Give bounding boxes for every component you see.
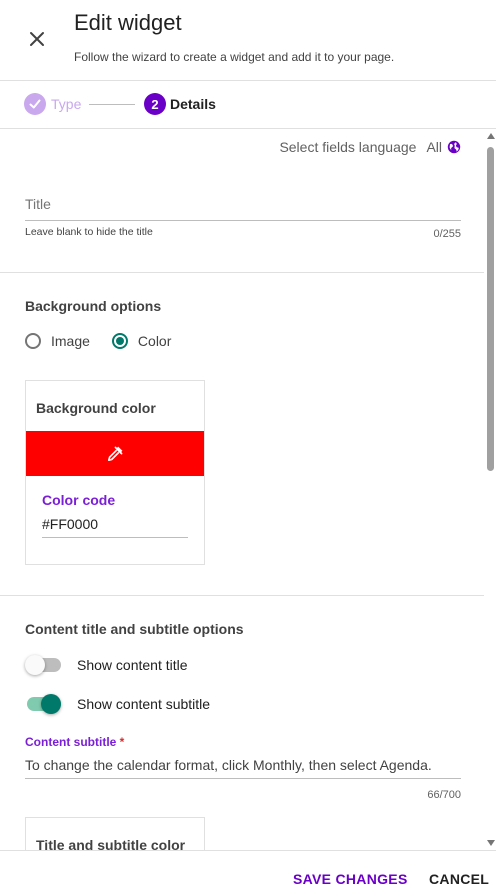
scrollbar[interactable] (484, 130, 496, 850)
language-label: Select fields language (279, 139, 417, 155)
dialog-footer: SAVE CHANGES CANCEL (0, 850, 496, 895)
save-changes-button[interactable]: SAVE CHANGES (293, 871, 408, 887)
content-subtitle-input[interactable]: To change the calendar format, click Mon… (25, 757, 461, 779)
color-code-input[interactable]: #FF0000 (42, 516, 188, 538)
dialog-title: Edit widget (74, 10, 182, 35)
required-mark: * (119, 735, 125, 749)
scroll-thumb[interactable] (487, 147, 494, 471)
show-content-subtitle-toggle[interactable] (25, 694, 61, 714)
title-field[interactable]: Title Leave blank to hide the title 0/25… (25, 196, 461, 240)
background-type-radio-group: Image Color (25, 333, 171, 349)
show-content-title-toggle[interactable] (25, 655, 61, 675)
background-color-title: Background color (36, 400, 156, 416)
background-color-card: Background color Color code #FF0000 (25, 380, 205, 565)
dialog-header: Edit widget Follow the wizard to create … (0, 0, 496, 81)
title-subtitle-color-card: Title and subtitle color (25, 817, 205, 850)
title-help-text: Leave blank to hide the title (25, 226, 153, 238)
content-subtitle-label: Content subtitle * (25, 735, 125, 749)
show-content-subtitle-label: Show content subtitle (77, 696, 211, 712)
radio-color-label[interactable]: Color (138, 333, 171, 349)
step-details-label: Details (170, 96, 216, 112)
eyedropper-icon (107, 446, 123, 461)
dialog-subtitle: Follow the wizard to create a widget and… (74, 50, 395, 64)
close-button[interactable] (22, 24, 52, 54)
content-subtitle-counter: 66/700 (427, 789, 461, 801)
radio-color[interactable] (111, 333, 128, 349)
step-connector (89, 104, 135, 105)
title-input[interactable]: Title (25, 196, 461, 212)
color-code-label: Color code (42, 492, 116, 508)
show-content-subtitle-toggle-row[interactable]: Show content subtitle (25, 694, 210, 714)
background-color-swatch[interactable] (26, 431, 204, 476)
globe-icon (447, 140, 461, 154)
scroll-down-arrow-icon[interactable] (487, 840, 495, 846)
show-content-title-label: Show content title (77, 657, 188, 673)
radio-image-label[interactable]: Image (51, 333, 90, 349)
background-options-heading: Background options (25, 298, 162, 314)
section-divider (0, 595, 484, 596)
close-icon (30, 32, 44, 46)
step-details[interactable]: 2 Details (144, 93, 216, 115)
show-content-title-toggle-row[interactable]: Show content title (25, 655, 188, 675)
cancel-button[interactable]: CANCEL (429, 871, 489, 887)
step-number: 2 (144, 93, 166, 115)
content-subtitle-field[interactable]: Content subtitle * To change the calenda… (25, 735, 461, 801)
language-selector[interactable]: Select fields language All (279, 139, 461, 155)
title-underline (25, 220, 461, 221)
step-type-label: Type (51, 96, 82, 112)
content-options-heading: Content title and subtitle options (25, 621, 244, 637)
language-value: All (426, 139, 442, 155)
wizard-stepper: Type 2 Details (0, 81, 496, 129)
section-divider (0, 272, 484, 273)
scroll-up-arrow-icon[interactable] (487, 133, 495, 139)
check-icon (24, 93, 46, 115)
title-char-counter: 0/255 (433, 228, 461, 240)
radio-image[interactable] (25, 333, 41, 349)
title-subtitle-color-title: Title and subtitle color (36, 837, 186, 850)
details-form: Select fields language All Title Leave b… (0, 130, 496, 850)
step-type[interactable]: Type (24, 93, 81, 115)
